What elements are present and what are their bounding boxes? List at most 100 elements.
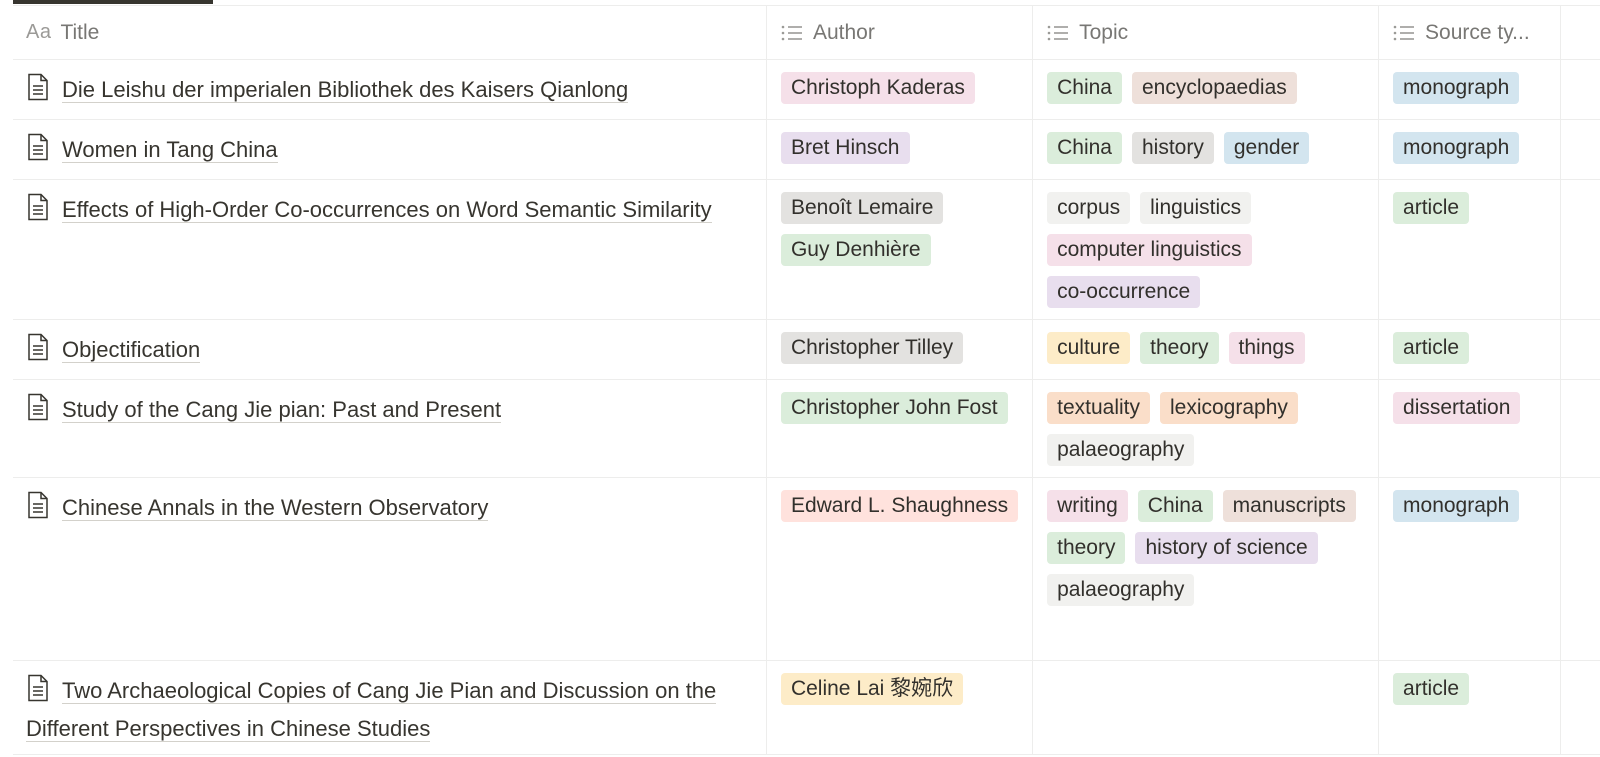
tag[interactable]: Christoph Kaderas (780, 72, 975, 104)
table-row[interactable]: Chinese Annals in the Western Observator… (13, 477, 1600, 661)
tag[interactable]: co-occurrence (1047, 276, 1201, 308)
tag[interactable]: Guy Denhière (780, 234, 931, 266)
page-title-link[interactable]: Chinese Annals in the Western Observator… (62, 495, 489, 521)
cell-overflow (1560, 119, 1600, 180)
cell-author[interactable]: Edward L. Shaughness (766, 477, 1034, 661)
source-type-tags: article (1393, 192, 1546, 224)
tag[interactable]: textuality (1047, 392, 1150, 424)
page-title-link[interactable]: Effects of High-Order Co-occurrences on … (62, 197, 712, 223)
tag[interactable]: computer linguistics (1047, 234, 1252, 266)
cell-author[interactable]: Christopher John Fost (766, 379, 1034, 478)
cell-source-type[interactable]: monograph (1378, 59, 1561, 120)
cell-source-type[interactable]: dissertation (1378, 379, 1561, 478)
author-tags: Bret Hinsch (780, 132, 1018, 164)
page-icon (26, 73, 50, 111)
column-header-title-label: Title (60, 20, 100, 44)
tag[interactable]: Edward L. Shaughness (780, 490, 1019, 522)
cell-title[interactable]: Women in Tang China (13, 119, 767, 180)
tag[interactable]: gender (1223, 132, 1310, 164)
cell-author[interactable]: Christopher Tilley (766, 319, 1034, 380)
tag[interactable]: Benoît Lemaire (780, 192, 944, 224)
tag[interactable]: Bret Hinsch (780, 132, 910, 164)
cell-author[interactable]: Benoît Lemaire Guy Denhière (766, 179, 1034, 320)
tag[interactable]: monograph (1393, 132, 1520, 164)
tag[interactable]: Christopher Tilley (780, 332, 964, 364)
list-icon (1047, 24, 1069, 42)
tag[interactable]: theory (1047, 532, 1126, 564)
page-title-link[interactable]: Women in Tang China (62, 137, 278, 163)
cell-source-type[interactable]: monograph (1378, 119, 1561, 180)
cell-source-type[interactable]: article (1378, 319, 1561, 380)
cell-source-type[interactable]: article (1378, 179, 1561, 320)
page-title-link[interactable]: Study of the Cang Jie pian: Past and Pre… (62, 397, 502, 423)
author-tags: Christopher John Fost (780, 392, 1018, 424)
tag[interactable]: manuscripts (1222, 490, 1356, 522)
table-row[interactable]: Two Archaeological Copies of Cang Jie Pi… (13, 660, 1600, 755)
tag[interactable]: Christopher John Fost (780, 392, 1008, 424)
database-table: Aa Title Author Topic Source ty... Die L… (13, 6, 1600, 755)
cell-title[interactable]: Effects of High-Order Co-occurrences on … (13, 179, 767, 320)
column-header-topic[interactable]: Topic (1032, 6, 1380, 60)
table-row[interactable]: Women in Tang China Bret Hinsch China histo… (13, 119, 1600, 180)
tag[interactable]: corpus (1047, 192, 1131, 224)
cell-author[interactable]: Celine Lai 黎婉欣 (766, 660, 1034, 755)
tag[interactable]: Celine Lai 黎婉欣 (780, 673, 964, 705)
cell-overflow (1560, 319, 1600, 380)
source-type-tags: monograph (1393, 490, 1546, 522)
tag[interactable]: encyclopaedias (1131, 72, 1297, 104)
cell-topic[interactable]: China history gender (1032, 119, 1380, 180)
table-row[interactable]: Study of the Cang Jie pian: Past and Pre… (13, 379, 1600, 478)
tag[interactable]: China (1047, 72, 1122, 104)
tag[interactable]: China (1047, 132, 1122, 164)
topic-tags: textuality lexicography palaeography (1047, 392, 1364, 466)
tag[interactable]: things (1228, 332, 1305, 364)
tag[interactable]: article (1393, 192, 1470, 224)
source-type-tags: article (1393, 673, 1546, 705)
tag[interactable]: writing (1047, 490, 1128, 522)
source-type-tags: dissertation (1393, 392, 1546, 424)
topic-tags: China encyclopaedias (1047, 72, 1364, 104)
table-row[interactable]: Effects of High-Order Co-occurrences on … (13, 179, 1600, 320)
cell-author[interactable]: Christoph Kaderas (766, 59, 1034, 120)
column-header-title[interactable]: Aa Title (13, 6, 767, 60)
cell-author[interactable]: Bret Hinsch (766, 119, 1034, 180)
cell-title[interactable]: Two Archaeological Copies of Cang Jie Pi… (13, 660, 767, 755)
cell-topic[interactable]: culture theory things (1032, 319, 1380, 380)
cell-title[interactable]: Die Leishu der imperialen Bibliothek des… (13, 59, 767, 120)
cell-topic[interactable]: China encyclopaedias (1032, 59, 1380, 120)
tag[interactable]: history of science (1135, 532, 1318, 564)
tag[interactable]: history (1131, 132, 1214, 164)
column-header-source-type[interactable]: Source ty... (1378, 6, 1561, 60)
cell-source-type[interactable]: article (1378, 660, 1561, 755)
cell-topic[interactable] (1032, 660, 1380, 755)
tag[interactable]: monograph (1393, 72, 1520, 104)
tag[interactable]: China (1137, 490, 1213, 522)
tag[interactable]: article (1393, 673, 1470, 705)
column-header-overflow (1560, 6, 1600, 60)
tag[interactable]: palaeography (1047, 434, 1195, 466)
cell-title[interactable]: Objectification (13, 319, 767, 380)
tag[interactable]: monograph (1393, 490, 1520, 522)
page-icon (26, 674, 50, 712)
table-row[interactable]: Objectification Christopher Tilley culture… (13, 319, 1600, 380)
cell-topic[interactable]: writing China manuscripts theory history of … (1032, 477, 1380, 661)
cell-title[interactable]: Study of the Cang Jie pian: Past and Pre… (13, 379, 767, 478)
cell-topic[interactable]: corpus linguistics computer linguistics co-… (1032, 179, 1380, 320)
tag[interactable]: article (1393, 332, 1470, 364)
tag[interactable]: lexicography (1159, 392, 1298, 424)
table-row[interactable]: Die Leishu der imperialen Bibliothek des… (13, 59, 1600, 120)
tag[interactable]: culture (1047, 332, 1131, 364)
page-title-link[interactable]: Two Archaeological Copies of Cang Jie Pi… (26, 678, 717, 742)
cell-topic[interactable]: textuality lexicography palaeography (1032, 379, 1380, 478)
source-type-tags: article (1393, 332, 1546, 364)
tag[interactable]: dissertation (1393, 392, 1521, 424)
tag[interactable]: linguistics (1140, 192, 1252, 224)
tag[interactable]: theory (1140, 332, 1219, 364)
cell-source-type[interactable]: monograph (1378, 477, 1561, 661)
page-title-link[interactable]: Die Leishu der imperialen Bibliothek des… (62, 77, 629, 103)
page-title-link[interactable]: Objectification (62, 337, 201, 363)
topic-tags: culture theory things (1047, 332, 1364, 364)
column-header-author[interactable]: Author (766, 6, 1034, 60)
cell-title[interactable]: Chinese Annals in the Western Observator… (13, 477, 767, 661)
tag[interactable]: palaeography (1047, 574, 1195, 606)
